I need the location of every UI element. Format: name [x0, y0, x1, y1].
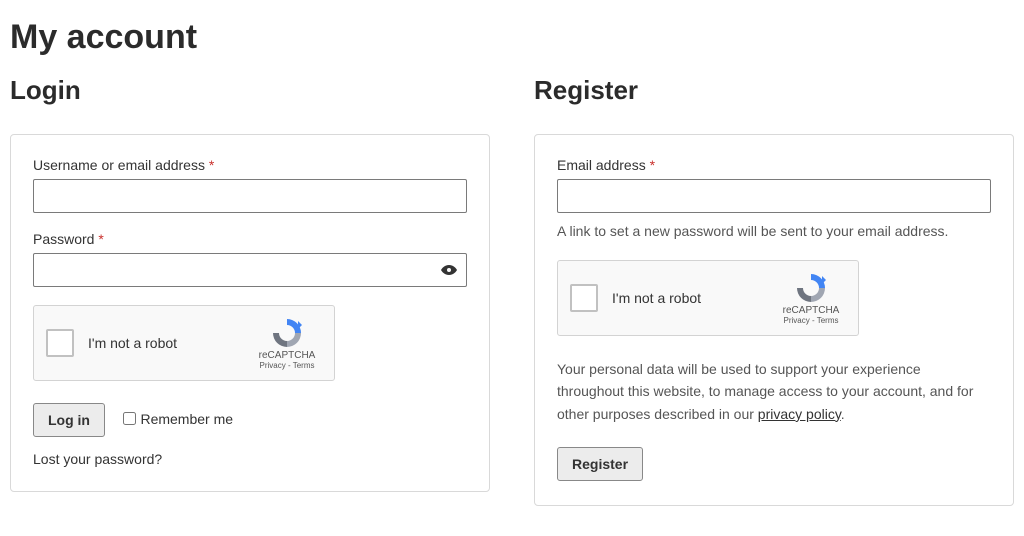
login-recaptcha: I'm not a robot reCAPTCHA Privacy - Term…: [33, 305, 335, 381]
register-email-input[interactable]: [557, 179, 991, 213]
login-username-field: Username or email address *: [33, 157, 467, 213]
required-mark: *: [209, 157, 214, 173]
recaptcha-icon: [271, 317, 303, 349]
recaptcha-links[interactable]: Privacy - Terms: [260, 361, 315, 370]
login-username-input[interactable]: [33, 179, 467, 213]
recaptcha-brand: reCAPTCHA: [259, 350, 316, 361]
register-email-field: Email address *: [557, 157, 991, 213]
register-email-label-text: Email address: [557, 157, 646, 173]
remember-me-wrap[interactable]: Remember me: [123, 411, 233, 427]
register-note: A link to set a new password will be sen…: [557, 221, 991, 242]
remember-me-label: Remember me: [140, 411, 233, 427]
register-panel: Email address * A link to set a new pass…: [534, 134, 1014, 506]
login-username-label: Username or email address *: [33, 157, 467, 173]
privacy-text-post: .: [841, 406, 845, 422]
register-heading: Register: [534, 75, 1014, 106]
lost-password-link[interactable]: Lost your password?: [33, 451, 467, 467]
page-title: My account: [10, 18, 1014, 57]
recaptcha-brand: reCAPTCHA: [783, 305, 840, 316]
show-password-icon[interactable]: [441, 262, 457, 278]
login-actions: Log in Remember me: [33, 403, 467, 437]
login-column: Login Username or email address * Passwo…: [10, 75, 490, 506]
privacy-policy-link[interactable]: privacy policy: [758, 406, 841, 422]
recaptcha-checkbox[interactable]: [570, 284, 598, 312]
recaptcha-logo-area: reCAPTCHA Privacy - Terms: [776, 272, 846, 325]
login-heading: Login: [10, 75, 490, 106]
recaptcha-label: I'm not a robot: [88, 335, 252, 351]
login-password-label: Password *: [33, 231, 467, 247]
privacy-note: Your personal data will be used to suppo…: [557, 358, 991, 425]
recaptcha-checkbox[interactable]: [46, 329, 74, 357]
recaptcha-logo-area: reCAPTCHA Privacy - Terms: [252, 317, 322, 370]
login-password-input[interactable]: [33, 253, 467, 287]
recaptcha-label: I'm not a robot: [612, 290, 776, 306]
register-recaptcha: I'm not a robot reCAPTCHA Privacy - Term…: [557, 260, 859, 336]
login-panel: Username or email address * Password *: [10, 134, 490, 492]
register-button[interactable]: Register: [557, 447, 643, 481]
login-password-field: Password *: [33, 231, 467, 287]
register-column: Register Email address * A link to set a…: [534, 75, 1014, 506]
login-password-label-text: Password: [33, 231, 94, 247]
login-username-label-text: Username or email address: [33, 157, 205, 173]
remember-me-checkbox[interactable]: [123, 412, 136, 425]
recaptcha-icon: [795, 272, 827, 304]
recaptcha-links[interactable]: Privacy - Terms: [784, 316, 839, 325]
login-button[interactable]: Log in: [33, 403, 105, 437]
required-mark: *: [98, 231, 103, 247]
account-columns: Login Username or email address * Passwo…: [10, 75, 1014, 506]
required-mark: *: [650, 157, 655, 173]
register-email-label: Email address *: [557, 157, 991, 173]
